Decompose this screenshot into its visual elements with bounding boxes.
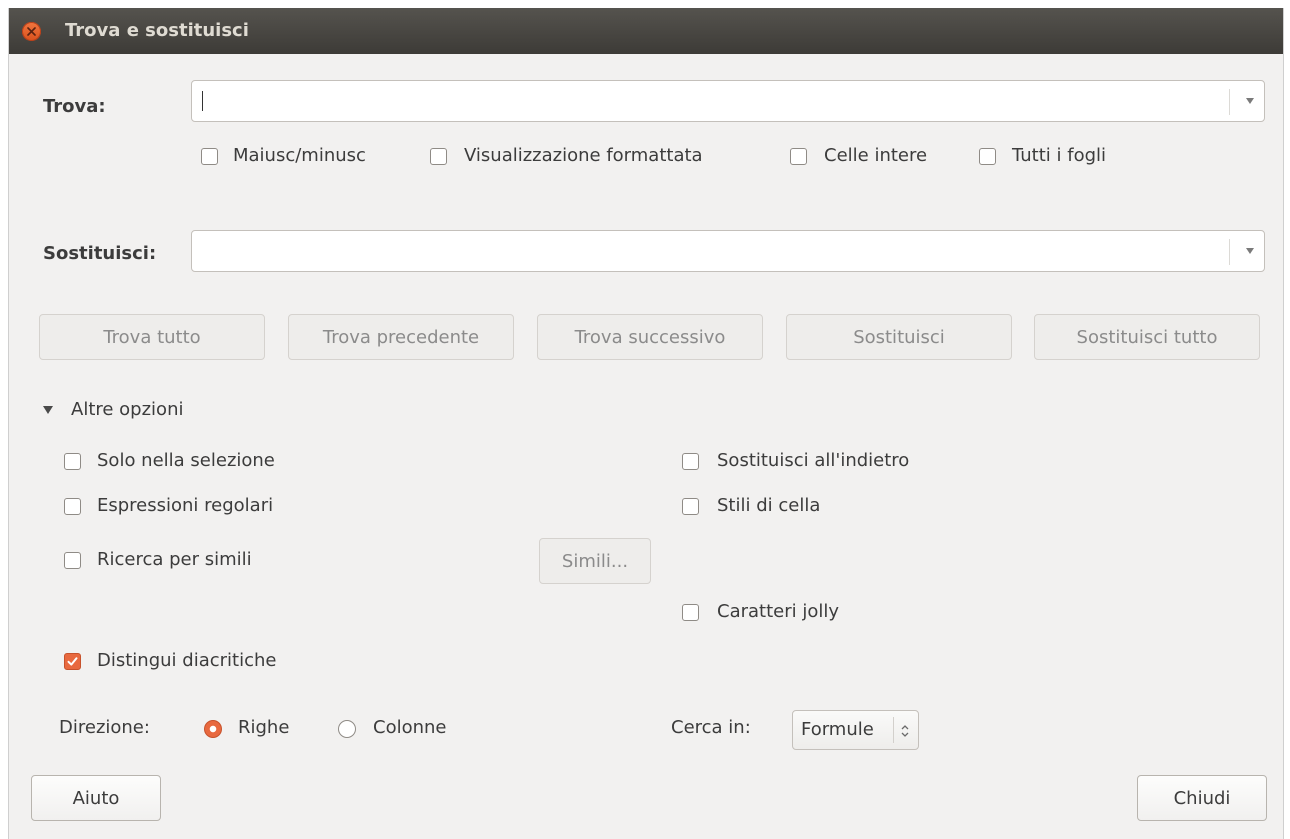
rows-label[interactable]: Righe: [238, 717, 289, 739]
dropdown-arrow-icon[interactable]: [1246, 248, 1254, 254]
checkbox-all-sheets[interactable]: [979, 148, 996, 165]
checkbox-current-selection-only[interactable]: [64, 453, 81, 470]
checkbox-formatted-display[interactable]: [430, 148, 447, 165]
wildcards-label[interactable]: Caratteri jolly: [717, 601, 839, 623]
help-button[interactable]: Aiuto: [31, 775, 161, 821]
checkbox-similarity-search[interactable]: [64, 552, 81, 569]
up-down-arrows-icon: [901, 725, 909, 737]
checkbox-diacritic-sensitive[interactable]: [64, 653, 81, 670]
search-in-select[interactable]: Formule: [792, 710, 919, 750]
close-window-button[interactable]: [22, 22, 41, 41]
similarities-button[interactable]: Simili...: [539, 538, 651, 584]
text-cursor: [202, 91, 203, 111]
close-button[interactable]: Chiudi: [1137, 775, 1267, 821]
expander-arrow-icon[interactable]: [43, 406, 53, 414]
find-combobox[interactable]: [191, 80, 1265, 122]
checkmark-icon: [67, 657, 78, 666]
match-case-label[interactable]: Maiusc/minusc: [233, 145, 366, 167]
current-selection-only-label[interactable]: Solo nella selezione: [97, 450, 275, 472]
entire-cells-label[interactable]: Celle intere: [824, 145, 927, 167]
replace-all-button[interactable]: Sostituisci tutto: [1034, 314, 1260, 360]
dropdown-arrow-icon[interactable]: [1246, 98, 1254, 104]
columns-label[interactable]: Colonne: [373, 717, 447, 739]
radio-columns[interactable]: [338, 720, 356, 738]
title-bar: Trova e sostituisci: [9, 8, 1283, 54]
checkbox-match-case[interactable]: [201, 148, 218, 165]
checkbox-entire-cells[interactable]: [790, 148, 807, 165]
all-sheets-label[interactable]: Tutti i fogli: [1012, 145, 1106, 167]
replace-button[interactable]: Sostituisci: [786, 314, 1012, 360]
find-replace-dialog: Trova e sostituisci Trova: Maiusc/minusc…: [8, 8, 1284, 839]
regular-expressions-label[interactable]: Espressioni regolari: [97, 495, 273, 517]
replace-backwards-label[interactable]: Sostituisci all'indietro: [717, 450, 909, 472]
search-in-value: Formule: [801, 719, 874, 740]
formatted-display-label[interactable]: Visualizzazione formattata: [464, 145, 703, 167]
replace-combobox[interactable]: [191, 230, 1265, 272]
checkbox-cell-styles[interactable]: [682, 498, 699, 515]
diacritic-sensitive-label[interactable]: Distingui diacritiche: [97, 650, 276, 672]
direction-label: Direzione:: [59, 717, 150, 738]
find-next-button[interactable]: Trova successivo: [537, 314, 763, 360]
replace-label: Sostituisci:: [43, 243, 157, 264]
similarity-search-label[interactable]: Ricerca per simili: [97, 549, 252, 571]
window-title: Trova e sostituisci: [65, 20, 249, 41]
find-previous-button[interactable]: Trova precedente: [288, 314, 514, 360]
checkbox-regular-expressions[interactable]: [64, 498, 81, 515]
find-label: Trova:: [43, 96, 106, 117]
checkbox-wildcards[interactable]: [682, 604, 699, 621]
find-all-button[interactable]: Trova tutto: [39, 314, 265, 360]
search-in-label: Cerca in:: [671, 717, 751, 738]
radio-rows[interactable]: [204, 720, 222, 738]
more-options-expander[interactable]: Altre opzioni: [71, 399, 183, 421]
checkbox-replace-backwards[interactable]: [682, 453, 699, 470]
cell-styles-label[interactable]: Stili di cella: [717, 495, 820, 517]
close-icon: [27, 27, 36, 36]
